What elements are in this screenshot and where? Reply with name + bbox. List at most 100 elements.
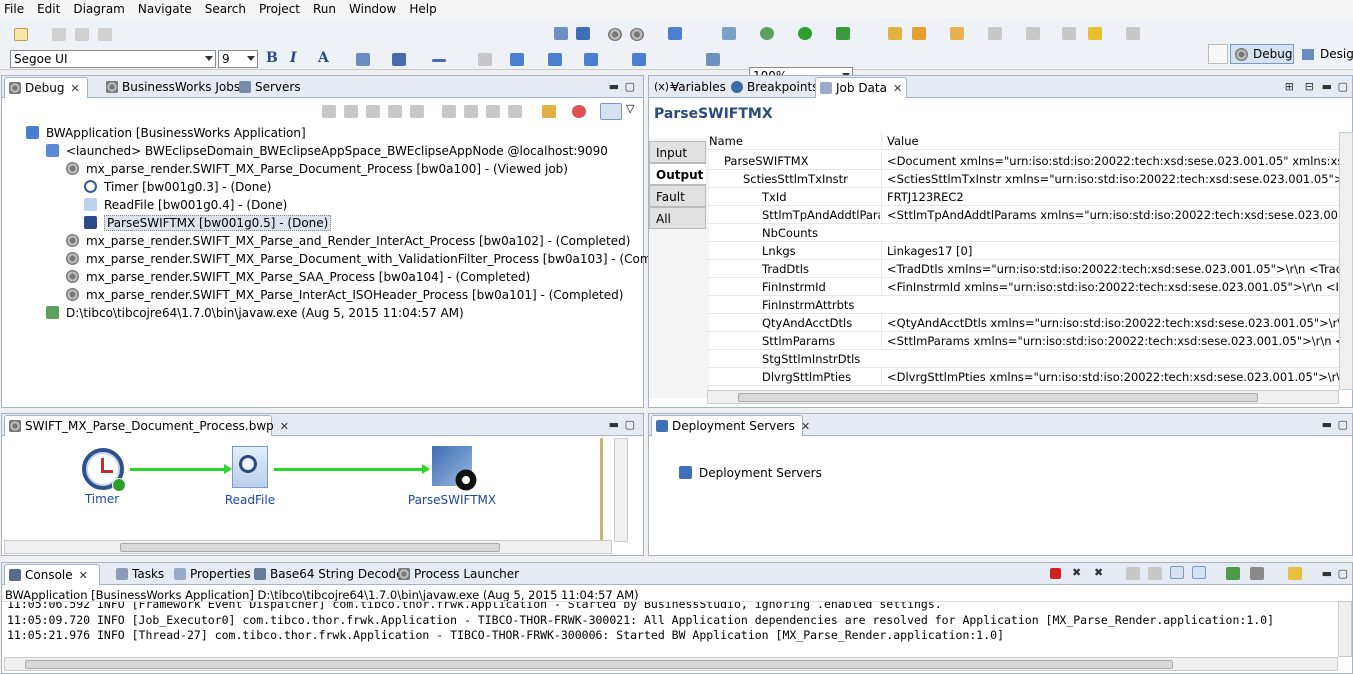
- tab-base64-decoder[interactable]: Base64 String Decoder: [250, 564, 408, 585]
- disconnect-icon[interactable]: [410, 105, 424, 118]
- size-icon[interactable]: [632, 53, 646, 66]
- back-icon[interactable]: [1088, 27, 1102, 40]
- step-into-icon[interactable]: [442, 105, 456, 118]
- show-on-output-icon[interactable]: [1170, 566, 1184, 579]
- tree-item[interactable]: Deployment Servers: [679, 464, 822, 482]
- tree-item[interactable]: mx_parse_render.SWIFT_MX_Parse_and_Rende…: [66, 232, 630, 250]
- table-row[interactable]: ParseSWIFTMX <Document xmlns="urn:iso:std…: [707, 152, 1340, 170]
- copy-appearance-icon[interactable]: [478, 53, 492, 66]
- readfile-activity[interactable]: [232, 446, 268, 488]
- print-icon[interactable]: [98, 28, 112, 41]
- step-return-icon[interactable]: [486, 105, 500, 118]
- tab-breakpoints[interactable]: Breakpoints: [727, 77, 818, 98]
- tag-icon[interactable]: [950, 27, 964, 40]
- tab-properties[interactable]: Properties: [170, 564, 251, 585]
- table-row[interactable]: FinInstrmAttrbts: [707, 296, 1340, 314]
- tab-console[interactable]: Console ✕: [4, 564, 100, 585]
- side-tab-input[interactable]: Input: [649, 141, 706, 163]
- minimize-icon[interactable]: ▬: [609, 418, 619, 431]
- menu-help[interactable]: Help: [409, 2, 436, 16]
- tab-process-file[interactable]: SWIFT_MX_Parse_Document_Process.bwp ✕: [4, 415, 289, 436]
- open-folder-icon[interactable]: [888, 27, 902, 40]
- save-all-icon[interactable]: [75, 28, 89, 41]
- perspective-debug[interactable]: Debug: [1230, 44, 1294, 64]
- tree-item[interactable]: D:\tibco\tibcojre64\1.7.0\bin\javaw.exe …: [46, 304, 464, 322]
- minimize-icon[interactable]: ▬: [1322, 418, 1332, 431]
- perspective-open-icon[interactable]: [1208, 44, 1228, 64]
- tab-servers[interactable]: Servers: [235, 77, 301, 98]
- step-over-icon[interactable]: [464, 105, 478, 118]
- tools-icon[interactable]: [722, 27, 736, 40]
- debug-run-icon[interactable]: [760, 27, 774, 40]
- select-all-icon[interactable]: [510, 53, 524, 66]
- arrow-style-icon[interactable]: [432, 59, 446, 62]
- collapse-all-icon[interactable]: ⊟: [1305, 80, 1314, 93]
- font-combo[interactable]: Segoe UI: [10, 50, 216, 68]
- minimize-icon[interactable]: ▬: [609, 80, 619, 93]
- table-row[interactable]: NbCounts: [707, 224, 1340, 242]
- job-horizontal-scrollbar[interactable]: [707, 390, 1339, 404]
- open-console-icon[interactable]: [1288, 567, 1302, 580]
- scroll-thumb[interactable]: [738, 393, 1258, 402]
- console-horizontal-scrollbar[interactable]: [4, 657, 1338, 671]
- tab-debug[interactable]: Debug ✕: [4, 77, 88, 98]
- tree-item[interactable]: mx_parse_render.SWIFT_MX_Parse_Document_…: [66, 160, 568, 178]
- save-icon[interactable]: [52, 28, 66, 41]
- side-tab-output[interactable]: Output: [649, 163, 706, 185]
- table-row[interactable]: QtyAndAcctDtls <QtyAndAcctDtls xmlns="urn…: [707, 314, 1340, 332]
- timer-activity[interactable]: [82, 448, 126, 492]
- tree-item[interactable]: Timer [bw001g0.3] - (Done): [84, 178, 271, 196]
- run-icon[interactable]: [798, 27, 812, 40]
- remove-launch-icon[interactable]: ✖: [1072, 566, 1081, 579]
- table-row[interactable]: SttlmParams <SttlmParams xmlns="urn:iso:s…: [707, 332, 1340, 350]
- tab-businessworks-jobs[interactable]: BusinessWorks Jobs: [102, 77, 240, 98]
- pen-icon[interactable]: [912, 27, 926, 40]
- tab-job-data[interactable]: Job Data ✕: [815, 77, 907, 98]
- menu-edit[interactable]: Edit: [37, 2, 60, 16]
- arrange-icon[interactable]: [548, 53, 562, 66]
- transition-arrow[interactable]: [274, 464, 430, 474]
- step-filters-icon[interactable]: [542, 105, 556, 118]
- drop-frame-icon[interactable]: [508, 105, 522, 118]
- tree-item-selected[interactable]: ParseSWIFTMX [bw001g0.5] - (Done): [84, 214, 332, 232]
- forward-icon[interactable]: [1126, 27, 1140, 40]
- tab-variables[interactable]: (x)= Variables: [651, 77, 726, 98]
- menu-search[interactable]: Search: [205, 2, 246, 16]
- table-row[interactable]: DlvrgSttlmPties <DlvrgSttlmPties xmlns="u…: [707, 368, 1340, 386]
- menu-run[interactable]: Run: [313, 2, 336, 16]
- column-value[interactable]: Value: [881, 132, 1340, 149]
- tab-tasks[interactable]: Tasks: [112, 564, 164, 585]
- table-row[interactable]: FinInstrmId <FinInstrmId xmlns="urn:iso:s…: [707, 278, 1340, 296]
- tree-item[interactable]: BWApplication [BusinessWorks Application…: [26, 124, 306, 142]
- terminate-icon[interactable]: [1050, 568, 1061, 579]
- settings-alt-icon[interactable]: [630, 28, 644, 41]
- resume-icon[interactable]: [344, 105, 358, 118]
- tree-item[interactable]: mx_parse_render.SWIFT_MX_Parse_SAA_Proce…: [66, 268, 530, 286]
- process-vertical-scrollbar[interactable]: [614, 438, 628, 542]
- table-row[interactable]: Lnkgs Linkages17 [0]: [707, 242, 1340, 260]
- prev-annotation-icon[interactable]: [1026, 27, 1040, 40]
- table-row[interactable]: SctiesSttlmTxInstr <SctiesSttlmTxInstr xm…: [707, 170, 1340, 188]
- skip-breakpoints-icon[interactable]: [572, 105, 586, 118]
- table-row[interactable]: SttlmTpAndAddtlPara <SttlmTpAndAddtlParam…: [707, 206, 1340, 224]
- font-color-button[interactable]: A: [318, 50, 329, 66]
- suspend-icon[interactable]: [366, 105, 380, 118]
- pin-console-icon[interactable]: [1226, 567, 1240, 580]
- close-icon[interactable]: ✕: [893, 82, 902, 95]
- italic-button[interactable]: I: [290, 50, 297, 66]
- maximize-icon[interactable]: ▢: [1338, 80, 1348, 93]
- remove-all-icon[interactable]: ✖: [1094, 566, 1103, 579]
- maximize-icon[interactable]: ▢: [625, 418, 635, 431]
- terminate-icon[interactable]: [388, 105, 402, 118]
- menu-file[interactable]: File: [4, 2, 24, 16]
- transition-arrow[interactable]: [130, 464, 232, 474]
- tab-process-launcher[interactable]: Process Launcher: [394, 564, 519, 585]
- view-menu-icon[interactable]: [600, 103, 622, 120]
- job-vertical-scrollbar[interactable]: [1339, 132, 1353, 390]
- parseswiftmx-activity[interactable]: [432, 446, 478, 492]
- scroll-lock-icon[interactable]: [1148, 567, 1162, 580]
- tree-item[interactable]: ReadFile [bw001g0.4] - (Done): [84, 196, 287, 214]
- fill-color-icon[interactable]: [356, 53, 370, 66]
- settings-icon[interactable]: [608, 28, 622, 41]
- layout-icon[interactable]: [706, 53, 720, 66]
